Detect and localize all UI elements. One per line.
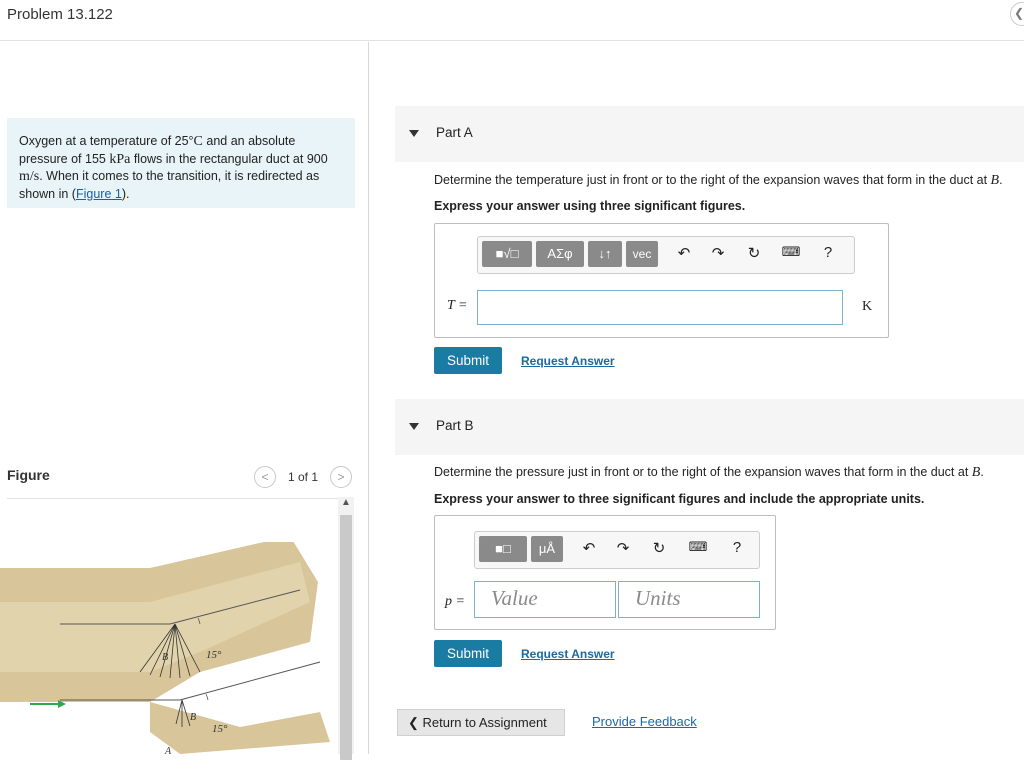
reset-icon[interactable]: ↻ xyxy=(744,244,764,262)
part-b-prompt-end: . xyxy=(980,465,984,479)
reset-icon[interactable]: ↻ xyxy=(649,539,669,557)
figure-link[interactable]: Figure 1 xyxy=(76,187,122,201)
keyboard-icon[interactable]: ⌨ xyxy=(687,539,709,555)
part-b-units-input[interactable]: Units xyxy=(618,581,760,618)
units-button[interactable]: μÅ xyxy=(531,536,563,562)
part-a-variable-label: T = xyxy=(447,298,468,313)
part-b-header[interactable]: Part B xyxy=(395,399,1024,455)
duct-figure: 15° 15° B B A xyxy=(0,542,330,754)
part-a-prompt-end: . xyxy=(999,173,1003,187)
problem-text-4: . When it comes to the transition, it is… xyxy=(19,169,320,201)
part-a-toolbar: ■√□ ΑΣφ ↓↑ vec ↶ ↷ ↻ ⌨ ? xyxy=(477,236,855,274)
unit-ms: m/s xyxy=(19,169,40,184)
figure-next-button[interactable]: > xyxy=(330,466,352,488)
part-a-submit-button[interactable]: Submit xyxy=(434,347,502,374)
part-b-title: Part B xyxy=(436,418,474,433)
figure-prev-button[interactable]: < xyxy=(254,466,276,488)
angle-label-top: 15° xyxy=(206,649,222,661)
part-a-instruction: Express your answer using three signific… xyxy=(434,199,746,213)
figure-label: Figure xyxy=(7,467,50,483)
problem-text-3: flows in the rectangular duct at 900 xyxy=(130,151,328,166)
return-to-assignment-button[interactable]: ❮ Return to Assignment xyxy=(397,709,565,736)
part-a-request-answer-link[interactable]: Request Answer xyxy=(521,354,615,368)
chevron-left-icon: ❮ xyxy=(1014,6,1024,20)
undo-icon[interactable]: ↶ xyxy=(674,244,694,262)
part-b-prompt-text: Determine the pressure just in front or … xyxy=(434,465,972,479)
redo-icon[interactable]: ↷ xyxy=(708,244,728,262)
unit-celsius: C xyxy=(193,134,203,149)
keyboard-icon[interactable]: ⌨ xyxy=(780,244,802,260)
top-bar: Problem 13.122 ❮ xyxy=(0,0,1024,41)
value-placeholder: Value xyxy=(491,586,538,610)
problem-text-1: Oxygen at a temperature of 25 xyxy=(19,134,189,148)
collapse-panel-button[interactable]: ❮ xyxy=(1010,2,1024,26)
scroll-thumb[interactable] xyxy=(340,515,352,760)
arrows-button[interactable]: ↓↑ xyxy=(588,241,622,267)
collapse-triangle-icon xyxy=(409,130,419,137)
part-b-request-answer-link[interactable]: Request Answer xyxy=(521,647,615,661)
part-b-prompt: Determine the pressure just in front or … xyxy=(434,465,984,481)
figure-count: 1 of 1 xyxy=(288,470,319,484)
part-a-unit-label: K xyxy=(862,299,873,314)
page-title: Problem 13.122 xyxy=(7,6,113,23)
redo-icon[interactable]: ↷ xyxy=(613,539,633,557)
part-b-submit-button[interactable]: Submit xyxy=(434,640,502,667)
part-b-instruction: Express your answer to three significant… xyxy=(434,492,925,506)
vec-button[interactable]: vec xyxy=(626,241,658,267)
angle-arc-bottom xyxy=(205,693,209,701)
angle-label-bottom: 15° xyxy=(212,723,228,735)
part-b-variable-label: p = xyxy=(445,594,465,609)
collapse-triangle-icon xyxy=(409,423,419,430)
figure-nav: < 1 of 1 > xyxy=(254,466,354,488)
units-placeholder: Units xyxy=(635,586,681,610)
point-b-top-label: B xyxy=(162,652,168,663)
point-b-bottom-label: B xyxy=(190,712,196,723)
part-b-toolbar: ■□ μÅ ↶ ↷ ↻ ⌨ ? xyxy=(474,531,760,569)
part-a-prompt: Determine the temperature just in front … xyxy=(434,173,1003,189)
scroll-up-icon[interactable]: ▲ xyxy=(341,497,351,508)
templates-button[interactable]: ■□ xyxy=(479,536,527,562)
point-a-label: A xyxy=(164,746,172,754)
problem-text-5: ). xyxy=(121,186,130,201)
help-button[interactable]: ? xyxy=(727,539,747,556)
unit-kpa: kPa xyxy=(109,151,131,167)
part-a-prompt-var: B xyxy=(990,173,1000,188)
part-a-answer-box: ■√□ ΑΣφ ↓↑ vec ↶ ↷ ↻ ⌨ ? T = K xyxy=(434,223,889,338)
part-b-value-input[interactable]: Value xyxy=(474,581,616,618)
part-a-answer-input[interactable] xyxy=(477,290,843,325)
templates-button[interactable]: ■√□ xyxy=(482,241,532,267)
undo-icon[interactable]: ↶ xyxy=(579,539,599,557)
problem-statement: Oxygen at a temperature of 25°C and an a… xyxy=(7,118,355,208)
part-b-answer-box: ■□ μÅ ↶ ↷ ↻ ⌨ ? p = Value Units xyxy=(434,515,776,630)
part-a-prompt-text: Determine the temperature just in front … xyxy=(434,173,991,187)
greek-button[interactable]: ΑΣφ xyxy=(536,241,584,267)
part-a-title: Part A xyxy=(436,125,473,140)
left-panel: Oxygen at a temperature of 25°C and an a… xyxy=(0,42,368,760)
provide-feedback-link[interactable]: Provide Feedback xyxy=(592,714,697,729)
part-a-header[interactable]: Part A xyxy=(395,106,1024,162)
duct-lower-branch xyxy=(150,702,330,754)
help-button[interactable]: ? xyxy=(818,244,838,261)
figure-scrollbar[interactable]: ▲ xyxy=(338,497,354,760)
figure-divider xyxy=(7,498,354,499)
right-panel: Part A Determine the temperature just in… xyxy=(369,42,1024,754)
